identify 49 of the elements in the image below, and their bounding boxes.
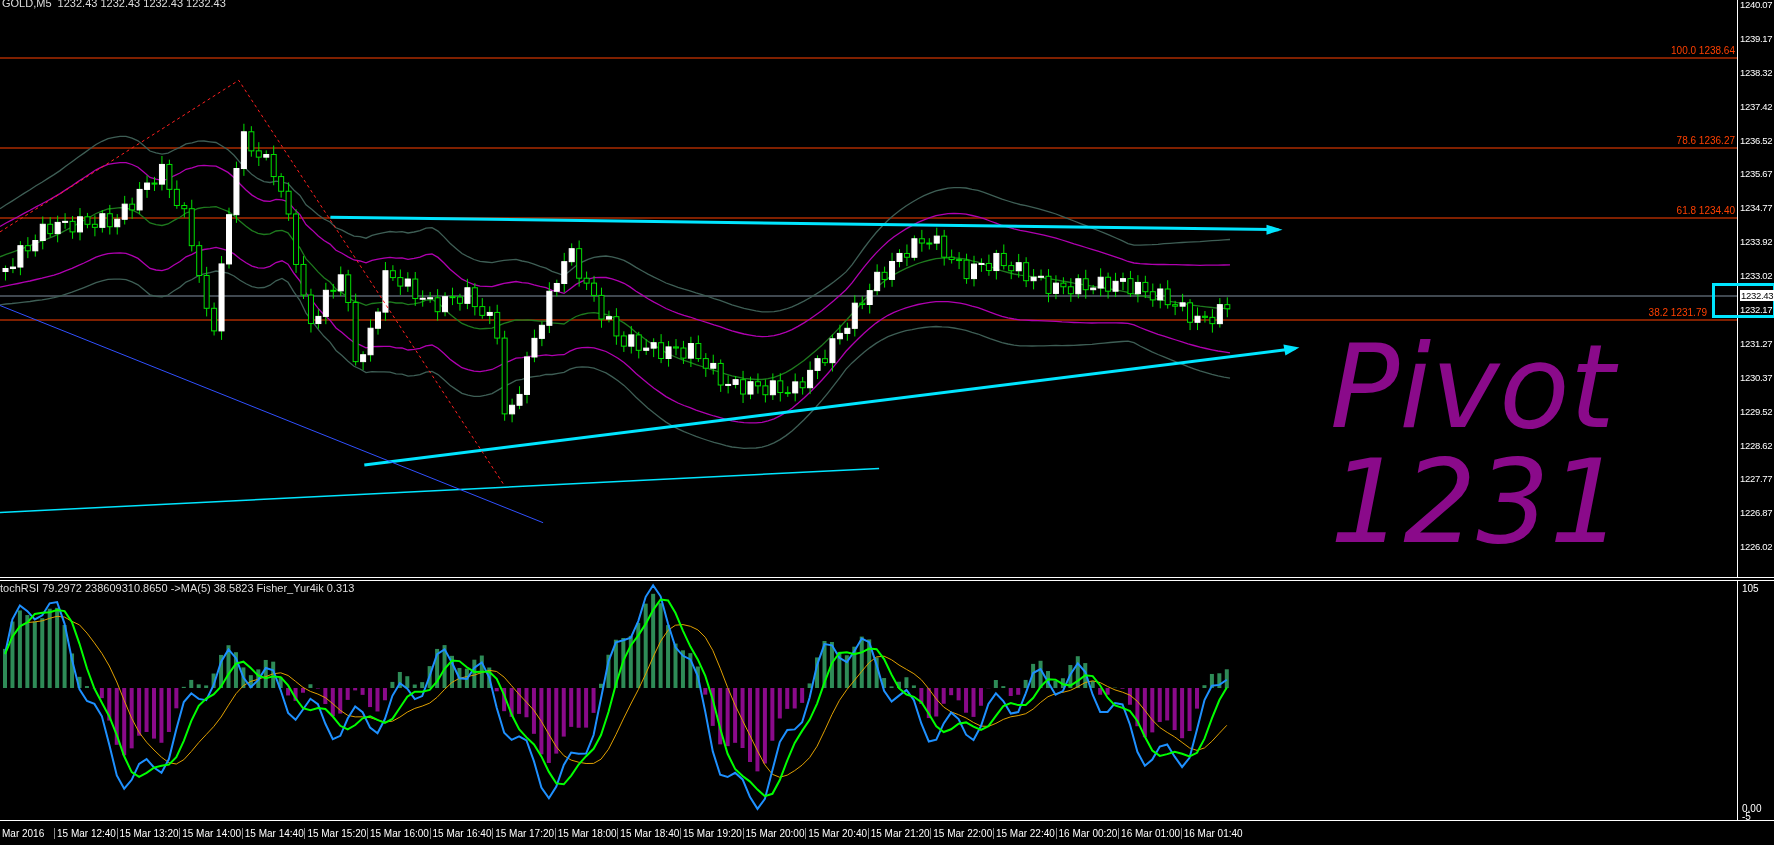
time-axis-label: 15 Mar 12:40 xyxy=(54,827,117,839)
time-axis-label: 15 Mar 22:00 xyxy=(930,827,993,839)
highlight-rectangle xyxy=(1712,283,1774,318)
fibonacci-level-label: 61.8 1234.40 xyxy=(1676,205,1735,216)
price-axis-label: 1233.02 xyxy=(1739,271,1774,283)
time-axis-label: 15 Mar 20:00 xyxy=(742,827,806,839)
price-axis-label: 1232.17 xyxy=(1739,305,1774,316)
current-price-label: 1232.43 xyxy=(1740,290,1774,301)
time-axis-label: 15 Mar 18:40 xyxy=(617,827,680,839)
indicator-axis-label: 0.00 xyxy=(1742,803,1762,814)
fibonacci-level-label: 100.0 1238.64 xyxy=(1671,45,1735,56)
time-axis-label: 15 Mar 16:00 xyxy=(366,827,430,839)
time-axis-label: 16 Mar 01:00 xyxy=(1118,827,1181,839)
time-axis-label: 15 Mar 18:00 xyxy=(554,827,618,839)
fibonacci-level-label: 78.6 1236.27 xyxy=(1676,135,1735,146)
price-axis-label: 1237.42 xyxy=(1739,101,1774,113)
time-axis-label: 15 Mar 14:00 xyxy=(179,827,242,839)
price-axis-label: 1239.17 xyxy=(1739,33,1774,45)
price-axis-label: 1228.62 xyxy=(1739,440,1774,452)
time-axis-label: 15 Mar 22:40 xyxy=(992,827,1056,839)
time-axis-label: 15 Mar 15:20 xyxy=(304,827,367,839)
indicator-header: tochRSI 79.2972 238609310.8650 ->MA(5) 38.5823 Fisher_Yur4ik 0.313 xyxy=(0,582,355,594)
price-axis-label: 1231.27 xyxy=(1739,338,1774,350)
time-axis-label: Mar 2016 xyxy=(1,827,46,839)
price-axis-label: 1226.02 xyxy=(1739,542,1774,554)
time-axis-label: 15 Mar 19:20 xyxy=(679,827,743,839)
time-axis-label: 15 Mar 21:20 xyxy=(867,827,931,839)
price-axis-label: 1229.52 xyxy=(1739,406,1774,418)
time-axis-label: 16 Mar 00:20 xyxy=(1055,827,1119,839)
time-axis-label: 15 Mar 14:40 xyxy=(241,827,305,839)
price-axis-label: 1238.32 xyxy=(1739,67,1774,79)
price-axis-label: 1227.77 xyxy=(1739,474,1774,486)
price-axis-label: 1234.77 xyxy=(1739,203,1774,215)
time-axis-label: 15 Mar 13:20 xyxy=(116,827,180,839)
time-axis-label: 15 Mar 16:40 xyxy=(429,827,493,839)
time-axis-label: 15 Mar 20:40 xyxy=(805,827,868,839)
time-axis-label: 15 Mar 17:20 xyxy=(492,827,555,839)
chart-header: GOLD,M5 1232.43 1232.43 1232.43 1232.43 xyxy=(2,0,226,9)
price-axis-label: 1233.92 xyxy=(1739,237,1774,249)
fibonacci-level-label: 38.2 1231.79 xyxy=(1648,307,1707,318)
price-axis-label: 1236.52 xyxy=(1739,135,1774,147)
price-axis-label: 1230.37 xyxy=(1739,372,1774,384)
price-axis-label: 1240.07 xyxy=(1739,0,1774,11)
price-axis-label: 1226.87 xyxy=(1739,508,1774,520)
price-axis-label: 1235.67 xyxy=(1739,169,1774,181)
indicator-axis-label: 105 xyxy=(1742,583,1759,594)
indicator-axis-label: -5 xyxy=(1742,811,1751,822)
handwritten-note: 1231 xyxy=(1330,445,1623,560)
time-axis-label: 16 Mar 01:40 xyxy=(1180,827,1244,839)
